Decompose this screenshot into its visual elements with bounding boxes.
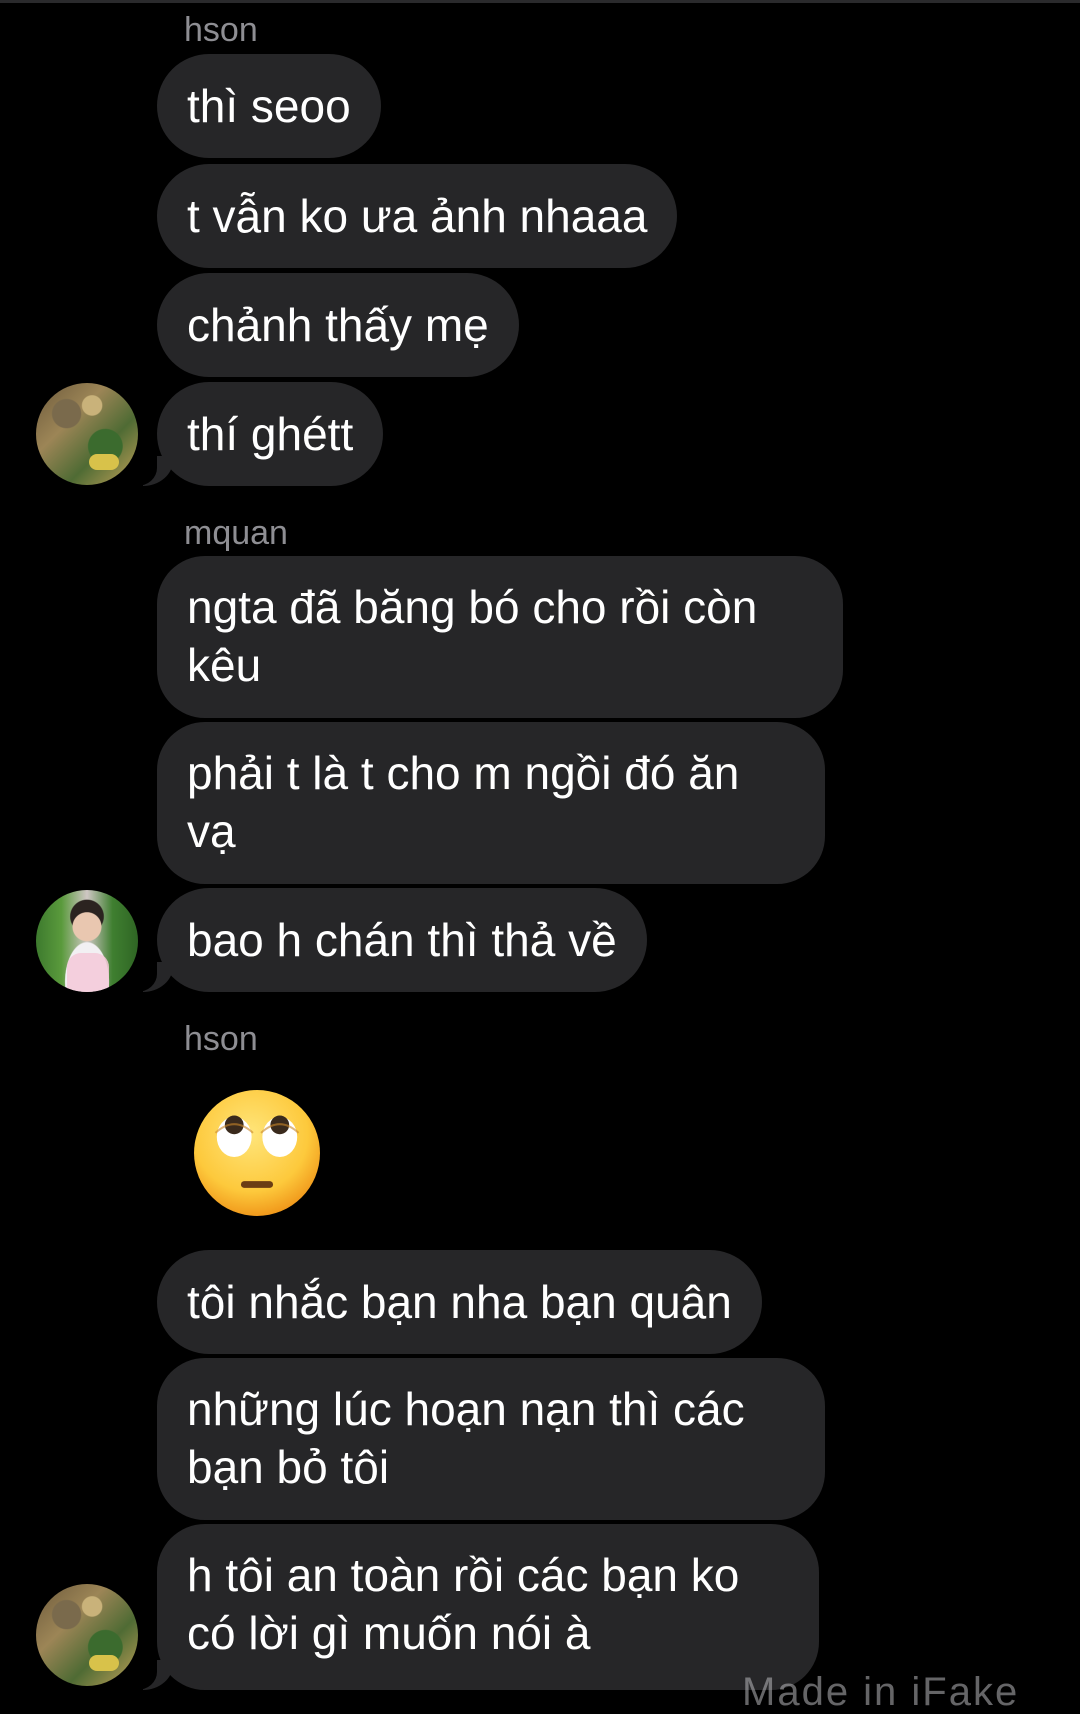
message-bubble[interactable]: thí ghétt — [130, 382, 384, 486]
message-text: h tôi an toàn rồi các bạn ko có lời gì m… — [187, 1549, 740, 1659]
avatar-hson[interactable] — [36, 1584, 138, 1686]
message-bubble[interactable]: thì seoo — [157, 54, 381, 158]
message-thread[interactable]: hson thì seoo t vẫn ko ưa ảnh nhaaa chản… — [0, 0, 1080, 1712]
avatar-detail — [66, 953, 109, 992]
sender-name: mquan — [184, 514, 288, 552]
message-bubble[interactable]: phải t là t cho m ngồi đó ăn vạ — [157, 722, 825, 884]
message-bubble[interactable]: h tôi an toàn rồi các bạn ko có lời gì m… — [131, 1524, 819, 1690]
message-bubble[interactable]: chảnh thấy mẹ — [157, 273, 519, 377]
face-with-rolling-eyes-icon[interactable] — [190, 1086, 324, 1220]
message-text: t vẫn ko ưa ảnh nhaaa — [187, 190, 648, 242]
message-bubble[interactable]: những lúc hoạn nạn thì các bạn bỏ tôi — [157, 1358, 825, 1520]
sender-name: hson — [184, 1020, 258, 1058]
message-text: thí ghétt — [187, 408, 354, 460]
message-bubble[interactable]: bao h chán thì thả về — [131, 888, 647, 992]
message-text: thì seoo — [187, 80, 351, 132]
message-bubble[interactable]: tôi nhắc bạn nha bạn quân — [157, 1250, 762, 1354]
avatar-detail — [89, 454, 120, 471]
avatar-detail — [89, 1655, 120, 1672]
message-text: phải t là t cho m ngồi đó ăn vạ — [187, 747, 740, 857]
message-text: ngta đã băng bó cho rồi còn kêu — [187, 581, 758, 691]
message-text: bao h chán thì thả về — [187, 914, 617, 966]
message-bubble[interactable]: t vẫn ko ưa ảnh nhaaa — [157, 164, 678, 268]
message-bubble[interactable]: ngta đã băng bó cho rồi còn kêu — [157, 556, 843, 718]
message-text: tôi nhắc bạn nha bạn quân — [187, 1276, 732, 1328]
sender-name: hson — [184, 11, 258, 49]
watermark: Made in iFake — [742, 1670, 1020, 1714]
avatar-mquan[interactable] — [36, 890, 138, 992]
avatar-hson[interactable] — [36, 383, 138, 485]
message-text: chảnh thấy mẹ — [187, 299, 489, 351]
message-text: những lúc hoạn nạn thì các bạn bỏ tôi — [187, 1383, 745, 1493]
